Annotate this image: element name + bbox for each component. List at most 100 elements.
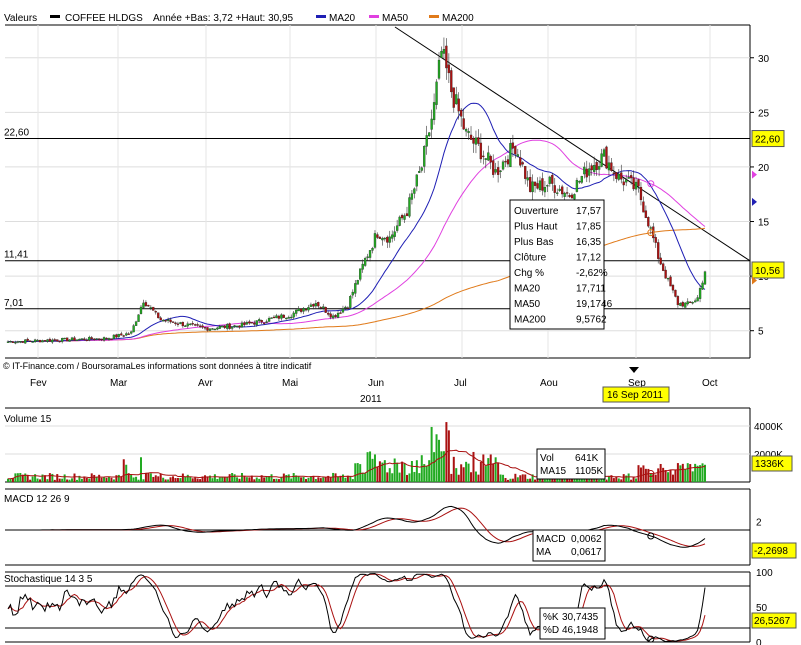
volume-bar[interactable] [194,477,197,482]
candle-body[interactable] [413,188,416,194]
candle-body[interactable] [681,302,684,307]
volume-bar[interactable] [457,474,460,482]
volume-bar[interactable] [154,475,157,482]
candle-body[interactable] [255,320,258,325]
candle-body[interactable] [693,300,697,303]
volume-bar[interactable] [393,458,396,482]
volume-bar[interactable] [334,473,337,482]
candle-body[interactable] [354,283,357,294]
candle-body[interactable] [267,317,271,322]
candle-body[interactable] [206,327,209,331]
candle-body[interactable] [65,337,69,342]
volume-bar[interactable] [292,473,295,482]
volume-bar[interactable] [218,477,221,482]
candle-body[interactable] [666,277,670,280]
candle-body[interactable] [213,328,217,331]
volume-bar[interactable] [167,479,170,482]
volume-bar[interactable] [607,476,610,482]
candle-body[interactable] [198,325,202,327]
candle-body[interactable] [689,301,692,304]
candle-body[interactable] [107,338,111,340]
candle-body[interactable] [304,308,308,311]
candle-body[interactable] [445,45,448,69]
volume-bar[interactable] [440,451,443,482]
candle-body[interactable] [487,152,490,161]
candle-body[interactable] [33,339,37,343]
candle-body[interactable] [386,236,389,243]
volume-bar[interactable] [164,479,167,482]
candle-body[interactable] [504,160,507,163]
candle-body[interactable] [70,337,74,341]
volume-bar[interactable] [26,475,29,482]
candle-body[interactable] [467,131,470,134]
volume-bar[interactable] [122,459,125,482]
volume-bar[interactable] [174,478,177,482]
candle-body[interactable] [563,192,566,197]
volume-bar[interactable] [622,474,625,482]
candle-body[interactable] [253,322,256,325]
candle-body[interactable] [93,338,96,341]
volume-bar[interactable] [61,478,64,482]
candle-body[interactable] [524,165,527,179]
candle-body[interactable] [299,308,303,312]
volume-bar[interactable] [307,477,310,482]
volume-bar[interactable] [240,472,243,482]
volume-bar[interactable] [664,470,667,482]
candle-body[interactable] [258,319,261,322]
candle-body[interactable] [334,315,337,318]
candle-body[interactable] [260,320,263,323]
volume-bar[interactable] [509,478,512,482]
candle-body[interactable] [676,296,680,306]
volume-bar[interactable] [253,479,256,482]
candle-body[interactable] [511,142,515,149]
candle-body[interactable] [428,132,431,137]
volume-bar[interactable] [263,477,266,482]
stock-chart-svg[interactable]: Valeurs COFFEE HLDGS Année +Bas: 3,72 +Hau… [0,0,801,645]
candle-body[interactable] [408,197,411,217]
volume-bar[interactable] [144,473,147,482]
volume-bar[interactable] [16,473,19,482]
volume-bar[interactable] [676,463,679,482]
candle-body[interactable] [664,269,667,279]
candle-body[interactable] [292,312,295,318]
volume-bar[interactable] [85,478,88,482]
volume-bar[interactable] [369,451,372,482]
volume-bar[interactable] [615,476,618,482]
volume-bar[interactable] [669,469,672,482]
volume-bar[interactable] [386,472,389,482]
candle-body[interactable] [484,158,487,160]
candle-body[interactable] [36,339,39,342]
candle-body[interactable] [521,162,524,165]
candle-body[interactable] [48,338,52,342]
candle-body[interactable] [526,177,529,181]
candle-body[interactable] [31,341,34,343]
candle-body[interactable] [585,168,588,178]
candle-body[interactable] [285,317,288,320]
candle-body[interactable] [373,233,377,248]
candle-body[interactable] [538,180,542,191]
candle-body[interactable] [211,328,214,330]
volume-bar[interactable] [36,478,39,482]
candle-body[interactable] [506,159,510,165]
candle-body[interactable] [627,176,630,179]
volume-bar[interactable] [391,473,394,482]
volume-bar[interactable] [248,477,251,482]
volume-bar[interactable] [630,479,633,482]
candle-body[interactable] [551,174,554,184]
candle-body[interactable] [639,186,643,201]
candle-body[interactable] [400,214,404,219]
candle-body[interactable] [617,173,620,180]
volume-bar[interactable] [691,471,694,482]
candle-body[interactable] [262,322,266,324]
volume-bar[interactable] [356,463,359,482]
volume-bar[interactable] [142,479,145,482]
volume-bar[interactable] [162,477,165,482]
volume-bar[interactable] [684,469,687,482]
candle-body[interactable] [56,339,59,342]
candle-body[interactable] [371,248,374,251]
volume-bar[interactable] [354,463,357,482]
volume-bar[interactable] [366,452,369,482]
candle-body[interactable] [460,109,463,117]
candle-body[interactable] [570,194,574,199]
volume-bar[interactable] [433,452,436,482]
